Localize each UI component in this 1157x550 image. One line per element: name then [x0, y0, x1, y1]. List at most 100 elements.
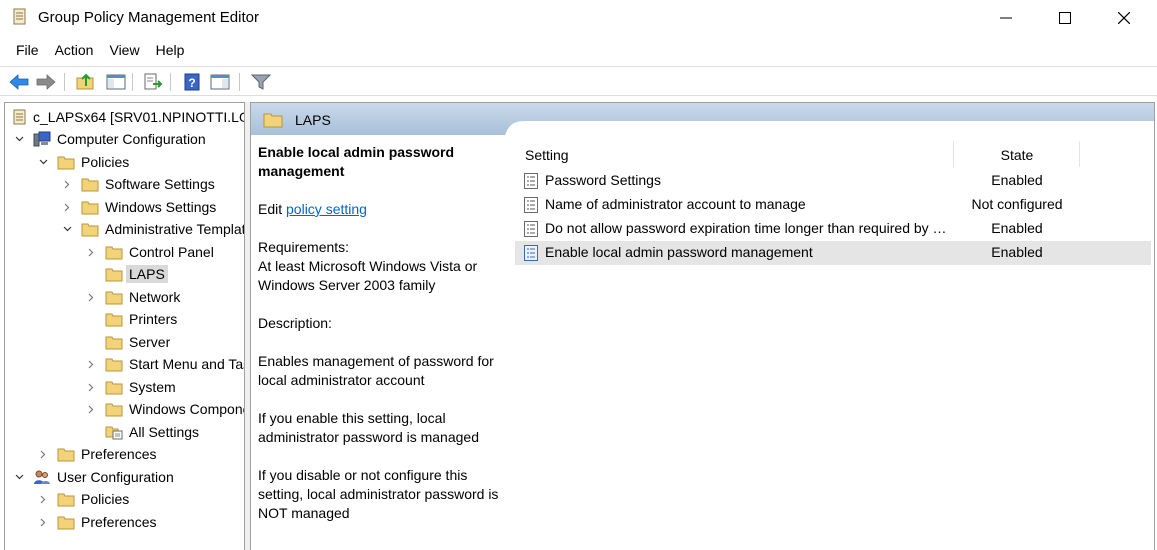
tree-item-computer-configuration[interactable]: Computer Configuration [33, 128, 206, 150]
minimize-icon [1000, 17, 1012, 19]
help-button[interactable]: ? [181, 71, 203, 93]
folder-icon [105, 313, 123, 327]
collapse-chevron[interactable] [85, 353, 97, 375]
tree-label: c_LAPSx64 [SRV01.NPINOTTI.LOCAL] [33, 109, 244, 125]
tree-label: Windows Components [129, 401, 244, 417]
collapse-chevron[interactable] [37, 488, 49, 510]
collapse-chevron[interactable] [37, 443, 49, 465]
list-item[interactable]: Password Settings Enabled [515, 169, 1151, 193]
maximize-icon [1059, 12, 1071, 24]
properties-pane-button[interactable] [209, 71, 231, 93]
expand-chevron[interactable] [37, 151, 49, 173]
setting-name: Name of administrator account to manage [545, 196, 806, 212]
tree-item-administrative-templates[interactable]: Administrative Templates [81, 218, 245, 240]
tree-item-all-settings[interactable]: All Settings [105, 421, 199, 443]
chevron-right-icon [88, 360, 94, 368]
chevron-right-icon [88, 383, 94, 391]
filter-button[interactable] [250, 71, 272, 93]
svg-text:?: ? [188, 76, 195, 90]
tree-item-user-policies[interactable]: Policies [57, 488, 129, 510]
extended-description: Enable local admin password management E… [258, 143, 513, 523]
tree-label: Windows Settings [105, 199, 217, 215]
description-label: Description: [258, 315, 332, 331]
tree-item-laps[interactable]: LAPS [105, 263, 168, 285]
show-hide-tree-button[interactable] [105, 71, 127, 93]
tree-item-network[interactable]: Network [105, 286, 180, 308]
computer-icon [33, 131, 51, 147]
disable-explanation: If you disable or not configure this set… [258, 467, 499, 521]
column-header-state[interactable]: State [955, 139, 1079, 167]
folder-icon [263, 113, 283, 128]
tree-item-user-preferences[interactable]: Preferences [57, 511, 156, 533]
properties-pane-icon [210, 74, 230, 90]
tree-label: Preferences [81, 446, 157, 462]
maximize-button[interactable] [1036, 0, 1094, 36]
tree-item-windows-settings[interactable]: Windows Settings [81, 196, 216, 218]
folder-icon [105, 358, 123, 372]
collapse-chevron[interactable] [61, 173, 73, 195]
menu-view[interactable]: View [101, 38, 147, 64]
menu-file[interactable]: File [0, 38, 47, 64]
tree-item-user-configuration[interactable]: User Configuration [33, 466, 174, 488]
up-folder-button[interactable] [75, 71, 97, 93]
tree-label: Administrative Templates [105, 221, 245, 237]
tree-item-printers[interactable]: Printers [105, 308, 177, 330]
tree-item-policies[interactable]: Policies [57, 151, 129, 173]
tree-label: All Settings [129, 424, 200, 440]
policy-setting-link[interactable]: policy setting [286, 201, 367, 217]
setting-icon [524, 221, 538, 237]
tree-item-server[interactable]: Server [105, 331, 170, 353]
expand-chevron[interactable] [61, 218, 73, 240]
tree-root[interactable]: c_LAPSx64 [SRV01.NPINOTTI.LOCAL] [11, 106, 244, 128]
column-header-setting[interactable]: Setting [525, 139, 569, 167]
setting-name: Password Settings [545, 172, 661, 188]
tree-pane: c_LAPSx64 [SRV01.NPINOTTI.LOCAL] Compute… [4, 102, 245, 550]
back-icon [9, 74, 29, 90]
expand-chevron[interactable] [13, 128, 25, 150]
export-list-button[interactable] [142, 71, 164, 93]
setting-state: Not configured [971, 196, 1063, 212]
folder-icon [57, 156, 75, 170]
export-list-icon [144, 73, 163, 90]
list-item-selected[interactable]: Enable local admin password management E… [515, 241, 1151, 265]
tree-label: Preferences [81, 514, 157, 530]
list-item[interactable]: Name of administrator account to manage … [515, 193, 1151, 217]
back-button[interactable] [8, 71, 30, 93]
tree-label: User Configuration [57, 469, 174, 485]
folder-icon [81, 223, 99, 237]
collapse-chevron[interactable] [37, 511, 49, 533]
menu-action[interactable]: Action [47, 38, 102, 64]
chevron-down-icon [15, 474, 23, 480]
forward-button[interactable] [35, 71, 57, 93]
minimize-button[interactable] [977, 0, 1035, 36]
collapse-chevron[interactable] [85, 241, 97, 263]
tree-item-software-settings[interactable]: Software Settings [81, 173, 215, 195]
list-item[interactable]: Do not allow password expiration time lo… [515, 217, 1151, 241]
tree-item-system[interactable]: System [105, 376, 176, 398]
tree-item-control-panel[interactable]: Control Panel [105, 241, 214, 263]
folder-icon [57, 493, 75, 507]
setting-icon [524, 173, 538, 189]
tree-label: Network [129, 289, 181, 305]
chevron-down-icon [63, 226, 71, 232]
tree-item-windows-components[interactable]: Windows Components [105, 398, 244, 420]
setting-name: Do not allow password expiration time lo… [545, 220, 947, 236]
tree-label: LAPS [126, 265, 168, 283]
all-settings-icon [105, 426, 123, 440]
enable-explanation: If you enable this setting, local admini… [258, 410, 479, 445]
tree-label: System [129, 379, 176, 395]
tree-item-preferences[interactable]: Preferences [57, 443, 156, 465]
tree-label: Software Settings [105, 176, 215, 192]
tree-item-start-menu-and-taskbar[interactable]: Start Menu and Taskbar [105, 353, 244, 375]
edit-line: Edit policy setting [258, 200, 513, 219]
setting-icon [524, 197, 538, 213]
collapse-chevron[interactable] [85, 376, 97, 398]
expand-chevron[interactable] [13, 466, 25, 488]
collapse-chevron[interactable] [85, 286, 97, 308]
menu-bar: File Action View Help [0, 38, 1157, 64]
up-folder-icon [76, 73, 94, 90]
collapse-chevron[interactable] [61, 196, 73, 218]
collapse-chevron[interactable] [85, 398, 97, 420]
menu-help[interactable]: Help [148, 38, 193, 64]
close-button[interactable] [1095, 0, 1153, 36]
